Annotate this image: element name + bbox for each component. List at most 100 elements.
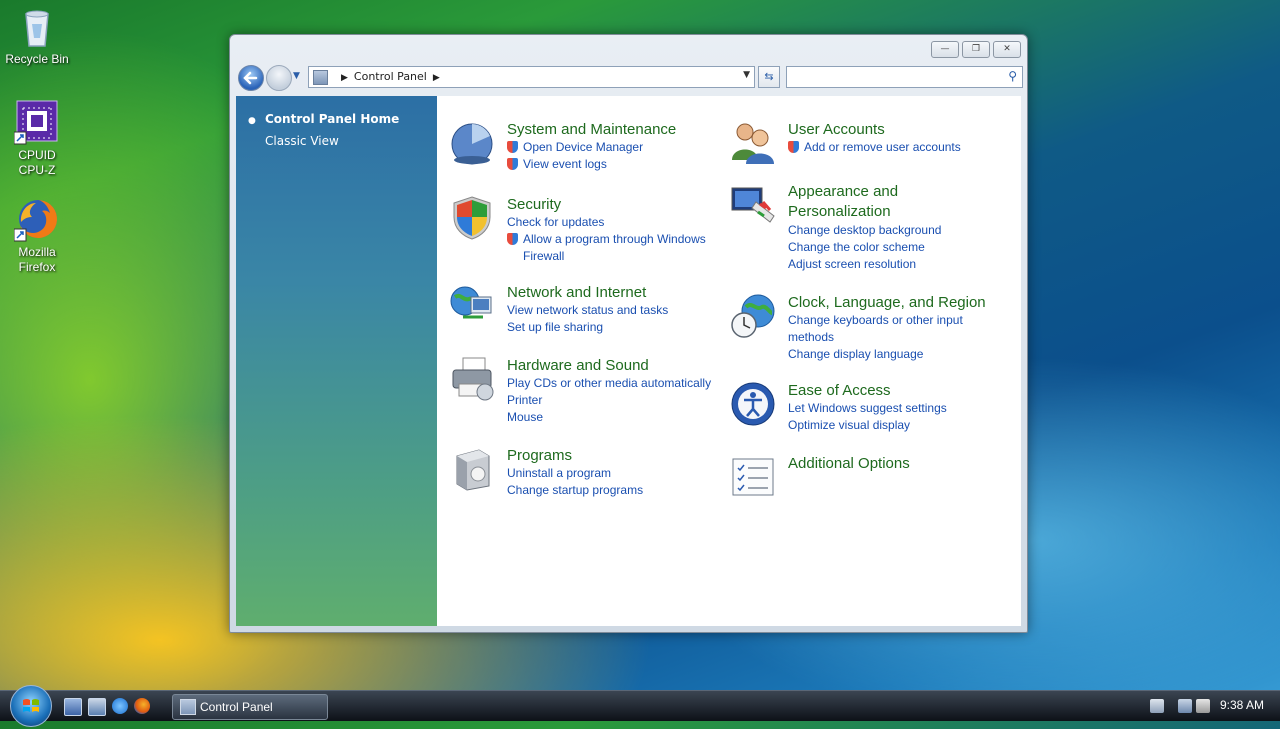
uac-shield-icon: [507, 233, 518, 245]
firefox-quicklaunch-icon[interactable]: [134, 698, 150, 714]
search-icon[interactable]: ⚲: [1008, 69, 1017, 83]
category-links: Let Windows suggest settings Optimize vi…: [788, 400, 1008, 434]
sidebar-item-control-panel-home[interactable]: Control Panel Home: [265, 112, 399, 126]
desktop-icon-label: Recycle Bin: [5, 52, 69, 66]
link-adjust-screen-resolution[interactable]: Adjust screen resolution: [788, 256, 1008, 273]
start-button[interactable]: [10, 685, 52, 727]
desktop-icon-recycle-bin[interactable]: Recycle Bin: [0, 4, 74, 67]
programs-box-icon[interactable]: [449, 446, 495, 492]
link-mouse[interactable]: Mouse: [507, 409, 737, 426]
internet-explorer-icon[interactable]: [112, 698, 128, 714]
network-icon[interactable]: [1178, 699, 1192, 713]
category-title[interactable]: Additional Options: [788, 454, 910, 474]
back-arrow-icon: [243, 71, 258, 85]
system-maintenance-icon[interactable]: [449, 120, 495, 166]
link-change-desktop-background[interactable]: Change desktop background: [788, 222, 1008, 239]
link-check-for-updates[interactable]: Check for updates: [507, 214, 727, 231]
categories-pane: System and Maintenance Open Device Manag…: [437, 96, 1021, 626]
task-pane: ● Control Panel Home Classic View: [236, 96, 437, 626]
category-title[interactable]: Security: [507, 195, 561, 215]
printer-icon[interactable]: [449, 356, 495, 402]
security-shield-icon[interactable]: [449, 195, 495, 241]
link-change-keyboards-input-methods[interactable]: Change keyboards or other input methods: [788, 312, 978, 346]
desktop-icon-cpu-z[interactable]: CPUID CPU-Z: [0, 100, 74, 178]
category-title[interactable]: Ease of Access: [788, 381, 891, 401]
uac-shield-icon: [788, 141, 799, 153]
link-add-remove-user-accounts[interactable]: Add or remove user accounts: [788, 139, 1008, 156]
link-set-up-file-sharing[interactable]: Set up file sharing: [507, 319, 727, 336]
recent-pages-dropdown[interactable]: ▼: [293, 71, 300, 81]
navigation-bar: ▼ ▶ Control Panel ▶ ▼ ⇆ ⚲: [236, 63, 1023, 91]
show-desktop-icon[interactable]: [64, 698, 82, 716]
link-view-network-status[interactable]: View network status and tasks: [507, 302, 727, 319]
window-controls: — ❐ ✕: [931, 41, 1021, 58]
category-title[interactable]: Network and Internet: [507, 283, 646, 303]
category-links: Change desktop background Change the col…: [788, 222, 1008, 273]
address-dropdown-icon[interactable]: ▼: [743, 70, 750, 80]
link-change-startup-programs[interactable]: Change startup programs: [507, 482, 727, 499]
category-links: Uninstall a program Change startup progr…: [507, 465, 727, 499]
clock[interactable]: 9:38 AM: [1220, 698, 1264, 712]
minimize-button[interactable]: —: [931, 41, 959, 58]
category-system-maintenance: System and Maintenance Open Device Manag…: [449, 120, 719, 180]
category-title[interactable]: Clock, Language, and Region: [788, 293, 986, 313]
link-uninstall-program[interactable]: Uninstall a program: [507, 465, 727, 482]
control-panel-window: — ❐ ✕ ▼ ▶ Control Panel ▶ ▼ ⇆ ⚲ ● Control …: [229, 34, 1028, 633]
category-user-accounts: User Accounts Add or remove user account…: [730, 120, 1010, 170]
clock-globe-icon[interactable]: [730, 293, 776, 339]
sidebar-item-classic-view[interactable]: Classic View: [265, 134, 339, 148]
address-bar[interactable]: ▶ Control Panel ▶ ▼: [308, 66, 755, 88]
network-globe-icon[interactable]: [449, 283, 495, 329]
ease-of-access-icon[interactable]: [730, 381, 776, 427]
breadcrumb-chevron-icon[interactable]: ▶: [433, 73, 440, 83]
link-change-display-language[interactable]: Change display language: [788, 346, 978, 363]
control-panel-icon: [313, 70, 328, 85]
taskbar-button-control-panel[interactable]: Control Panel: [172, 694, 328, 720]
switch-windows-icon[interactable]: [88, 698, 106, 716]
link-allow-program-firewall[interactable]: Allow a program through Windows Firewall: [507, 231, 718, 265]
link-optimize-visual-display[interactable]: Optimize visual display: [788, 417, 1008, 434]
link-open-device-manager[interactable]: Open Device Manager: [507, 139, 727, 156]
breadcrumb-chevron-icon[interactable]: ▶: [341, 73, 348, 83]
category-title-line2: Personalization: [788, 203, 891, 220]
link-play-cds-autoplay[interactable]: Play CDs or other media automatically: [507, 375, 737, 392]
desktop-icon-label-line2: CPU-Z: [18, 163, 56, 177]
close-button[interactable]: ✕: [993, 41, 1021, 58]
category-clock-language-region: Clock, Language, and Region Change keybo…: [730, 293, 1010, 373]
additional-options-icon[interactable]: [730, 454, 776, 500]
security-center-icon[interactable]: [1150, 699, 1164, 713]
category-links: Play CDs or other media automatically Pr…: [507, 375, 737, 426]
search-input[interactable]: [791, 69, 995, 87]
taskbar-button-label: Control Panel: [200, 700, 273, 714]
maximize-button[interactable]: ❐: [962, 41, 990, 58]
category-links: Open Device Manager View event logs: [507, 139, 727, 173]
breadcrumb-control-panel[interactable]: Control Panel: [354, 70, 427, 83]
category-title[interactable]: Programs: [507, 446, 572, 466]
recycle-bin-icon: [14, 4, 60, 50]
forward-button[interactable]: [266, 65, 292, 91]
category-title[interactable]: Appearance and Personalization: [788, 182, 898, 222]
link-change-color-scheme[interactable]: Change the color scheme: [788, 239, 1008, 256]
firefox-icon: [13, 197, 60, 243]
volume-muted-icon[interactable]: [1196, 699, 1210, 713]
breadcrumb: ▶ Control Panel ▶: [335, 70, 446, 83]
search-box[interactable]: ⚲: [786, 66, 1023, 88]
desktop-icon-label-line2: Firefox: [18, 260, 56, 274]
link-view-event-logs[interactable]: View event logs: [507, 156, 727, 173]
category-appearance-personalization: Appearance and Personalization Change de…: [730, 182, 1010, 272]
category-title[interactable]: User Accounts: [788, 120, 885, 140]
active-bullet-icon: ●: [248, 116, 256, 126]
category-links: Check for updates Allow a program throug…: [507, 214, 727, 265]
category-title[interactable]: System and Maintenance: [507, 120, 676, 140]
link-let-windows-suggest-settings[interactable]: Let Windows suggest settings: [788, 400, 1008, 417]
category-hardware-sound: Hardware and Sound Play CDs or other med…: [449, 356, 729, 436]
desktop-icon-firefox[interactable]: Mozilla Firefox: [0, 197, 74, 275]
refresh-button[interactable]: ⇆: [758, 66, 780, 88]
user-accounts-icon[interactable]: [730, 120, 776, 166]
link-printer[interactable]: Printer: [507, 392, 737, 409]
appearance-monitor-icon[interactable]: [730, 182, 776, 228]
control-panel-icon: [180, 699, 196, 715]
category-links: View network status and tasks Set up fil…: [507, 302, 727, 336]
category-title[interactable]: Hardware and Sound: [507, 356, 649, 376]
back-button[interactable]: [238, 65, 264, 91]
